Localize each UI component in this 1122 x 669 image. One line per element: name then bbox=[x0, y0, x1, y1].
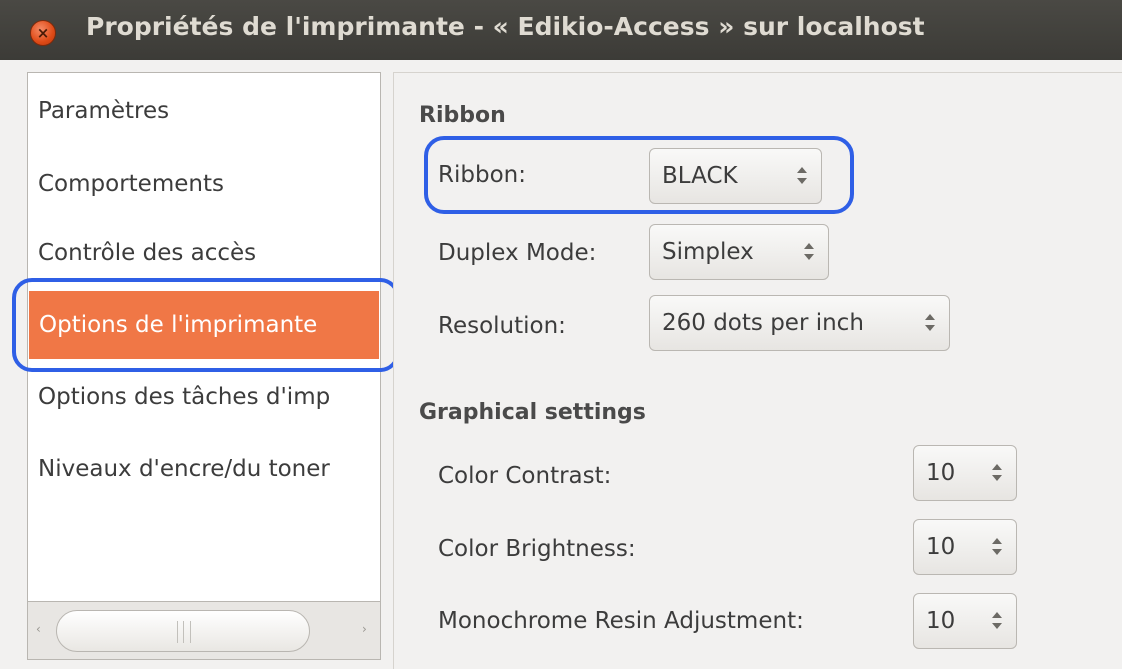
monochrome-resin-spinbutton[interactable]: 10 bbox=[913, 593, 1017, 649]
color-contrast-label: Color Contrast: bbox=[438, 463, 612, 489]
sidebar-item-comportements[interactable]: Comportements bbox=[28, 150, 380, 218]
scrollbar-thumb[interactable] bbox=[56, 610, 310, 652]
close-icon[interactable]: × bbox=[30, 20, 56, 46]
ribbon-select[interactable]: BLACK bbox=[649, 148, 822, 204]
resolution-value: 260 dots per inch bbox=[662, 310, 864, 336]
spin-arrows-icon bbox=[925, 310, 935, 334]
color-brightness-value: 10 bbox=[926, 534, 956, 560]
grip-icon bbox=[177, 621, 191, 643]
close-glyph: × bbox=[36, 23, 50, 42]
ribbon-value: BLACK bbox=[662, 163, 738, 189]
monochrome-resin-label: Monochrome Resin Adjustment: bbox=[438, 608, 804, 634]
scroll-right-icon[interactable]: › bbox=[362, 622, 367, 636]
resolution-label: Resolution: bbox=[438, 313, 566, 339]
section-title-ribbon: Ribbon bbox=[419, 103, 506, 128]
sidebar-item-options-imprimante[interactable]: Options de l'imprimante bbox=[29, 291, 379, 359]
resolution-select[interactable]: 260 dots per inch bbox=[649, 295, 950, 351]
color-contrast-value: 10 bbox=[926, 460, 956, 486]
sidebar-item-options-taches[interactable]: Options des tâches d'imp bbox=[28, 363, 380, 431]
color-contrast-spinbutton[interactable]: 10 bbox=[913, 445, 1017, 501]
window-title: Propriétés de l'imprimante - « Edikio-Ac… bbox=[86, 12, 925, 41]
title-bar: × Propriétés de l'imprimante - « Edikio-… bbox=[0, 0, 1122, 60]
spin-arrows-icon bbox=[804, 239, 814, 263]
duplex-mode-select[interactable]: Simplex bbox=[649, 224, 829, 280]
color-brightness-spinbutton[interactable]: 10 bbox=[913, 519, 1017, 575]
sidebar-horizontal-scrollbar[interactable]: ‹ › bbox=[27, 602, 381, 660]
sidebar-item-controle-acces[interactable]: Contrôle des accès bbox=[28, 219, 380, 287]
section-title-graphical-settings: Graphical settings bbox=[419, 400, 646, 425]
spin-arrows-icon bbox=[992, 534, 1002, 558]
monochrome-resin-value: 10 bbox=[926, 608, 956, 634]
color-brightness-label: Color Brightness: bbox=[438, 536, 636, 562]
printer-options-panel: Ribbon Ribbon: BLACK Duplex Mode: Simple… bbox=[393, 72, 1122, 669]
ribbon-label: Ribbon: bbox=[438, 162, 526, 188]
sidebar: Paramètres Comportements Contrôle des ac… bbox=[27, 72, 381, 602]
spin-arrows-icon bbox=[797, 163, 807, 187]
duplex-mode-value: Simplex bbox=[662, 239, 754, 265]
spin-arrows-icon bbox=[992, 608, 1002, 632]
duplex-mode-label: Duplex Mode: bbox=[438, 240, 597, 266]
scroll-left-icon[interactable]: ‹ bbox=[36, 622, 41, 636]
sidebar-item-parametres[interactable]: Paramètres bbox=[28, 77, 380, 145]
sidebar-item-niveaux-encre[interactable]: Niveaux d'encre/du toner bbox=[28, 435, 380, 503]
spin-arrows-icon bbox=[992, 460, 1002, 484]
